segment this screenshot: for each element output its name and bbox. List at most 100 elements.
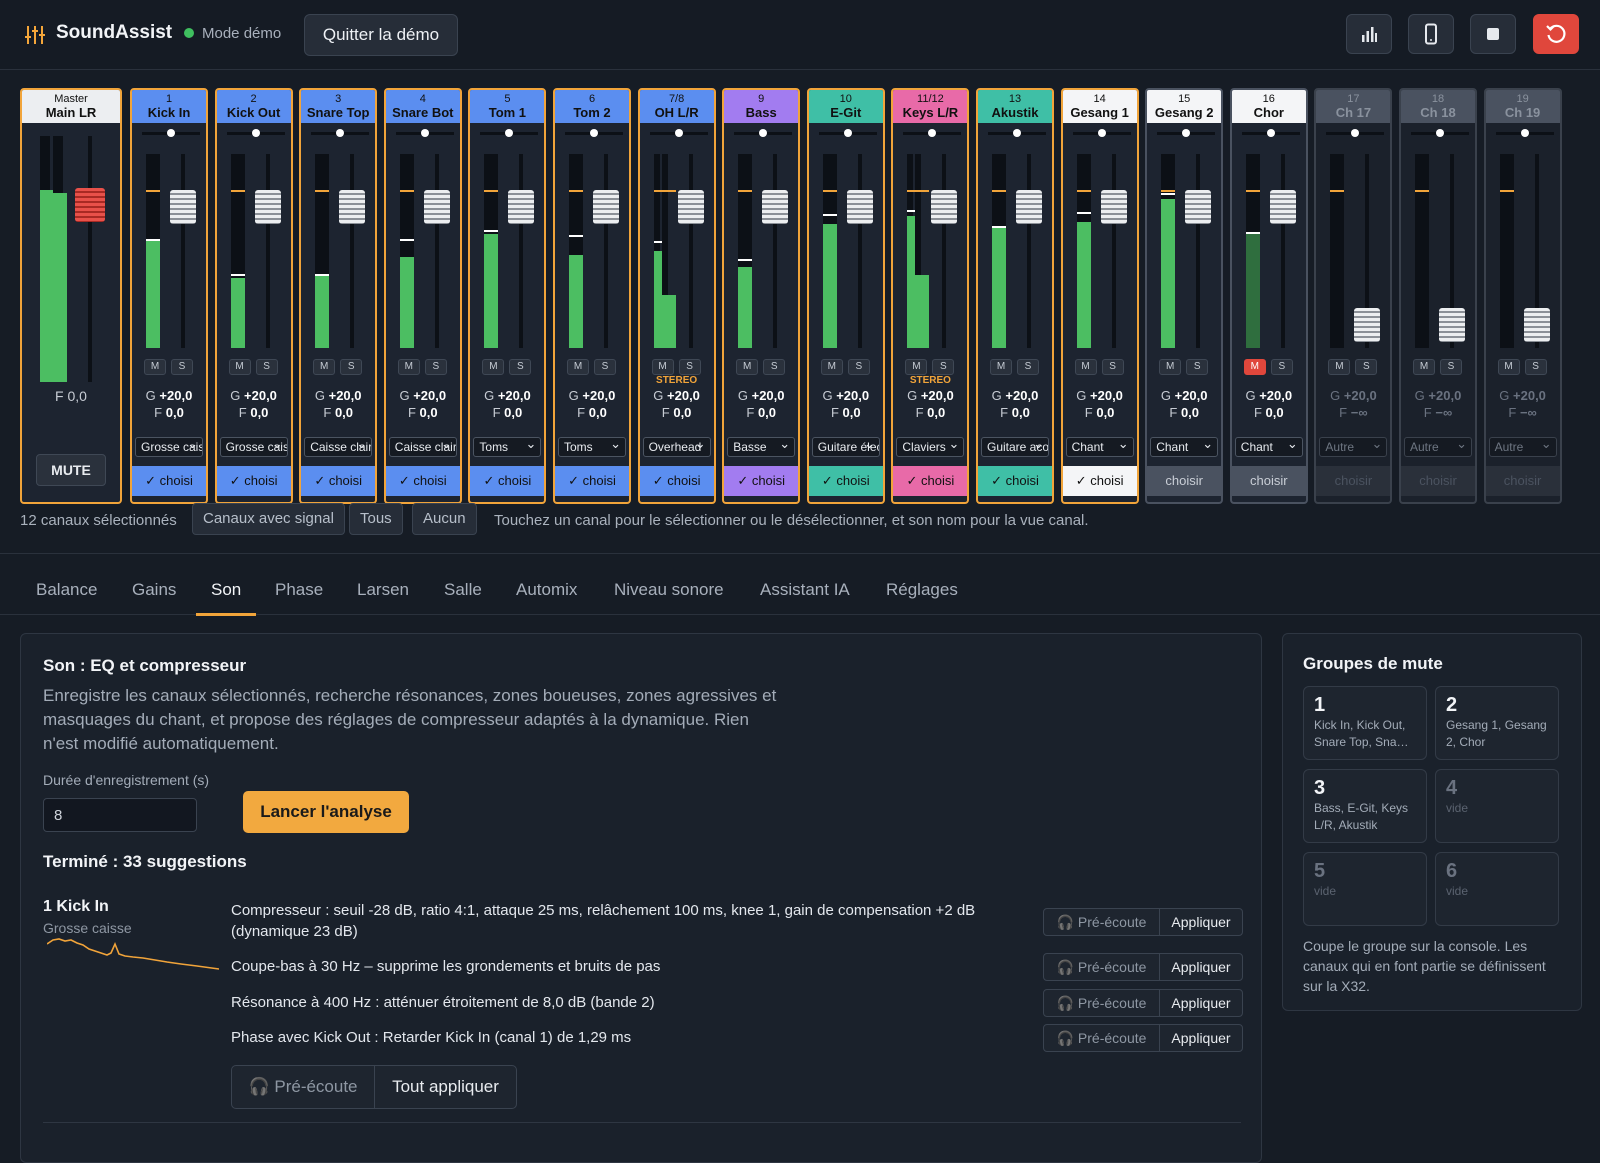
instrument-type-select[interactable]: Guitare acoustique [981,437,1049,457]
fader-handle[interactable] [170,190,196,224]
mute-button[interactable]: M [482,359,505,375]
tab-item[interactable]: Salle [444,580,482,600]
channel-header[interactable]: 15 Gesang 2 [1147,90,1222,123]
channel-strip[interactable]: 4Snare BotMSG +20,0F 0,0Caisse claire✓ c… [383,88,462,504]
channel-header[interactable]: 6 Tom 2 [555,90,629,123]
stop-icon[interactable] [1470,14,1516,54]
tab-item[interactable]: Réglages [886,580,958,600]
fader-track[interactable] [1111,154,1116,348]
fader-handle[interactable] [1523,308,1550,342]
mute-group-card[interactable]: 5 vide [1303,852,1427,926]
mute-button[interactable]: M [1328,359,1351,375]
mute-button[interactable]: M [1074,359,1097,375]
fader-handle[interactable] [254,190,281,224]
fader-handle[interactable] [1439,308,1465,342]
pan-slider[interactable] [480,129,539,137]
pan-knob[interactable] [1266,129,1275,137]
choose-channel-button[interactable]: ✓ choisi [978,466,1052,496]
select-all-button[interactable]: Tous [349,503,403,535]
choose-channel-button[interactable]: choisir [1147,466,1222,496]
channel-strip[interactable]: 15Gesang 2MSG +20,0F 0,0Chantchoisir [1145,88,1224,504]
solo-button[interactable]: S [847,359,870,375]
master-strip[interactable]: Master Main LR F 0,0 MUTE [20,88,122,504]
tablet-icon[interactable] [1408,14,1454,54]
mute-button[interactable]: M [567,359,589,375]
channel-strip[interactable]: 6Tom 2MSG +20,0F 0,0Toms✓ choisi [553,88,631,504]
tab-item[interactable]: Gains [132,580,176,600]
solo-button[interactable]: S [1440,359,1462,375]
master-fader-track[interactable] [88,136,92,382]
solo-button[interactable]: S [1101,359,1124,375]
select-none-button[interactable]: Aucun [412,503,477,535]
channel-strip[interactable]: 9BassMSG +20,0F 0,0Basse✓ choisi [722,88,801,504]
channel-header[interactable]: 10 E-Git [808,90,883,123]
fader-handle[interactable] [1016,190,1042,224]
fader-handle[interactable] [423,190,450,224]
instrument-type-select[interactable]: Autre [1319,437,1388,457]
choose-channel-button[interactable]: choisir [1401,466,1475,496]
pan-slider[interactable] [1411,129,1469,137]
solo-button[interactable]: S [932,359,955,375]
instrument-type-select[interactable]: Toms [558,437,626,457]
solo-button[interactable]: S [340,359,363,375]
instrument-type-select[interactable]: Chant [1065,437,1134,457]
pan-knob[interactable] [336,129,345,137]
master-fader-handle[interactable] [75,188,105,222]
choose-channel-button[interactable]: choisir [1316,466,1391,496]
pan-knob[interactable] [843,129,852,137]
select-with-signal-button[interactable]: Canaux avec signal [192,503,345,535]
channel-header[interactable]: 14 Gesang 1 [1062,90,1137,123]
fader-handle[interactable] [1269,190,1296,224]
pan-slider[interactable] [1326,129,1385,137]
preview-all-button[interactable]: 🎧 Pré-écoute [232,1066,375,1108]
channel-header[interactable]: 19 Ch 19 [1485,90,1560,123]
channel-strip[interactable]: 7/8OH L/R MSSTEREO G +20,0 F 0,0 Overhead ✓ c… [637,88,716,504]
pan-slider[interactable] [142,129,200,137]
instrument-type-select[interactable]: Guitare électrique [811,437,880,457]
fader-track[interactable] [519,154,524,348]
mute-group-card[interactable]: 4 vide [1435,769,1559,843]
solo-button[interactable]: S [1524,359,1547,375]
choose-channel-button[interactable]: ✓ choisi [639,466,714,496]
pan-knob[interactable] [420,129,429,137]
mute-group-card[interactable]: 1 Kick In, Kick Out, Snare Top, Sna… [1303,686,1427,760]
apply-button[interactable]: Appliquer [1160,990,1242,1016]
pan-knob[interactable] [1097,129,1106,137]
apply-all-button[interactable]: Tout appliquer [375,1066,516,1108]
fader-track[interactable] [265,154,270,348]
mute-button[interactable]: M [1243,359,1266,375]
fader-track[interactable] [1196,154,1201,348]
pan-slider[interactable] [1157,129,1216,137]
pan-slider[interactable] [734,129,793,137]
instrument-type-select[interactable]: Claviers [896,437,965,457]
fader-handle[interactable] [677,190,704,224]
choose-channel-button[interactable]: ✓ choisi [808,466,883,496]
instrument-type-select[interactable]: Chant [1234,437,1303,457]
solo-button[interactable]: S [594,359,616,375]
pan-slider[interactable] [988,129,1046,137]
choose-channel-button[interactable]: ✓ choisi [724,466,799,496]
instrument-type-select[interactable]: Toms [473,437,542,457]
channel-strip[interactable]: 14Gesang 1MSG +20,0F 0,0Chant✓ choisi [1060,88,1139,504]
choose-channel-button[interactable]: ✓ choisi [385,466,460,496]
channel-strip[interactable]: 2Kick OutMSG +20,0F 0,0Grosse caisse✓ ch… [214,88,293,504]
choose-channel-button[interactable]: ✓ choisi [132,466,206,496]
mute-button[interactable]: M [736,359,759,375]
pan-knob[interactable] [759,129,768,137]
choose-channel-button[interactable]: ✓ choisi [470,466,545,496]
bar-chart-icon[interactable] [1346,14,1392,54]
pan-knob[interactable] [674,129,683,137]
apply-button[interactable]: Appliquer [1160,1025,1242,1051]
apply-button[interactable]: Appliquer [1160,954,1242,980]
solo-button[interactable]: S [255,359,278,375]
pan-knob[interactable] [505,129,514,137]
pan-slider[interactable] [818,129,877,137]
duration-input[interactable] [43,798,197,832]
pan-knob[interactable] [1520,129,1529,137]
solo-button[interactable]: S [1355,359,1378,375]
solo-button[interactable]: S [424,359,447,375]
fader-handle[interactable] [1100,190,1127,224]
instrument-type-select[interactable]: Caisse claire [304,437,373,457]
tab-item[interactable]: Automix [516,580,577,600]
reset-icon[interactable] [1533,14,1579,54]
